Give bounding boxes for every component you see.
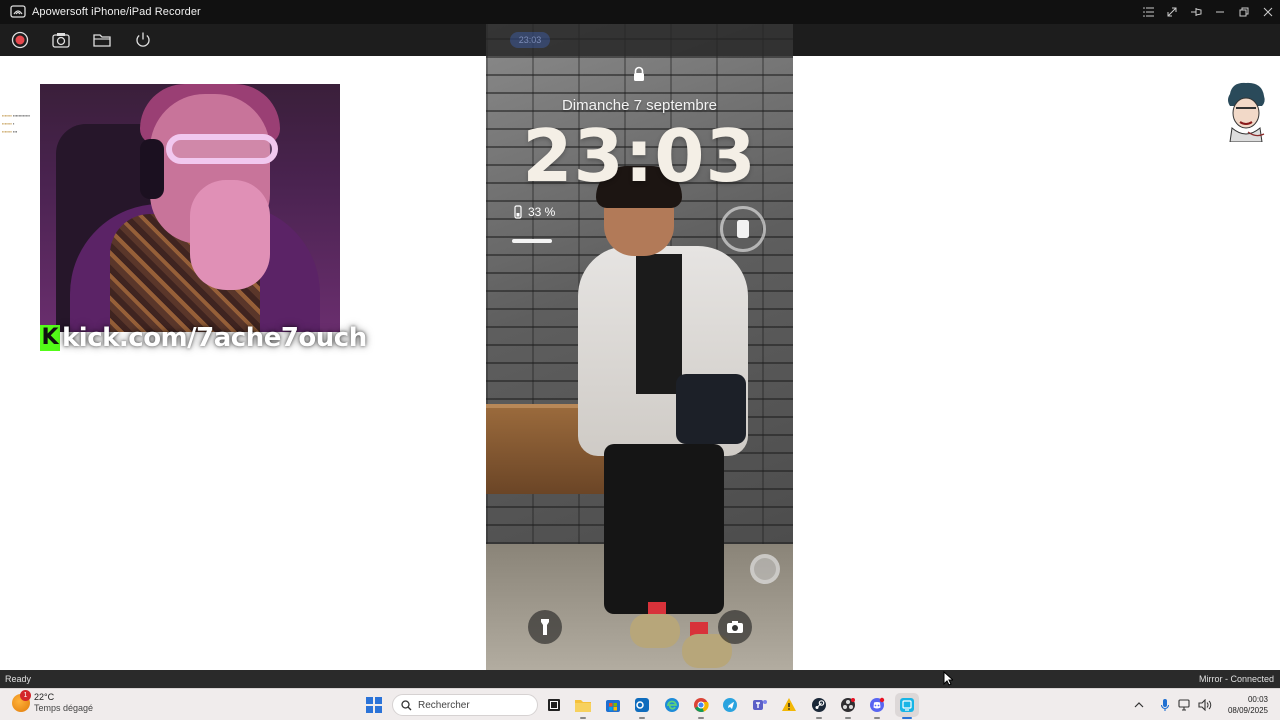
teams-button[interactable]	[748, 693, 772, 717]
chrome-button[interactable]	[689, 693, 713, 719]
power-button[interactable]	[130, 27, 156, 53]
task-view-button[interactable]	[542, 693, 566, 717]
phone-device-icon	[737, 220, 749, 238]
window-title: Apowersoft iPhone/iPad Recorder	[32, 6, 201, 18]
search-placeholder: Rechercher	[418, 699, 470, 711]
kick-url: kick.com/7ache7ouch	[62, 323, 367, 353]
weather-badge: 1	[20, 690, 31, 701]
clock-time: 00:03	[1247, 695, 1268, 704]
store-icon	[605, 700, 620, 712]
weather-condition: Temps dégagé	[34, 703, 94, 713]
microphone-icon[interactable]	[1156, 696, 1174, 714]
lock-icon	[634, 66, 644, 81]
minimize-icon[interactable]	[1208, 0, 1232, 24]
taskbar-clock[interactable]: 00:03 08/09/2025	[1228, 694, 1268, 716]
search-icon	[401, 699, 412, 710]
status-time-pill: 23:03	[510, 32, 550, 48]
battery-percent: 33 %	[528, 205, 556, 219]
battery-level-bar	[512, 239, 552, 243]
flashlight-button[interactable]	[528, 610, 562, 644]
apowersoft-icon	[899, 698, 914, 712]
warning-app-button[interactable]	[777, 693, 801, 717]
restore-icon[interactable]	[1232, 0, 1256, 24]
ios-status-bar: 23:03	[486, 24, 793, 56]
outlook-button[interactable]	[630, 693, 654, 719]
outlook-icon	[635, 698, 650, 712]
volume-icon[interactable]	[1196, 696, 1214, 714]
screenshot-camera-icon	[52, 33, 70, 48]
task-view-icon	[548, 699, 560, 711]
app-status-bar: Ready Mirror - Connected	[0, 670, 1280, 688]
steam-button[interactable]	[807, 693, 831, 719]
weather-temp: 22°C	[34, 692, 55, 702]
battery-widget: 33 %	[514, 205, 555, 219]
camera-icon	[727, 621, 743, 633]
device-widget[interactable]	[720, 206, 766, 252]
obs-icon	[840, 698, 855, 712]
assistive-touch-button[interactable]	[750, 554, 780, 584]
clock-date: 08/09/2025	[1227, 706, 1268, 715]
open-folder-button[interactable]	[89, 27, 115, 53]
discord-button[interactable]	[865, 693, 889, 719]
taskbar-search[interactable]: Rechercher	[392, 694, 538, 716]
file-explorer-button[interactable]	[571, 693, 595, 719]
stream-chat: ▪▪▪▪▪▪▪ ▪▪▪▪▪▪▪▪▪▪▪▪ ▪▪▪▪▪▪▪ ▪ ▪▪▪▪▪▪▪ ▪…	[2, 113, 31, 134]
start-button[interactable]	[366, 697, 382, 713]
taskbar-apps	[542, 693, 924, 719]
telegram-icon	[723, 698, 738, 712]
title-bar: Apowersoft iPhone/iPad Recorder	[0, 0, 1280, 24]
windows-taskbar: 1 22°C Temps dégagé Rechercher 00:03 08/…	[0, 688, 1280, 720]
kick-banner: K kick.com/7ache7ouch	[40, 318, 367, 358]
camera-button[interactable]	[718, 610, 752, 644]
screenshot-button[interactable]	[48, 27, 74, 53]
lockscreen-time: 23:03	[522, 114, 757, 198]
lockscreen-date: Dimanche 7 septembre	[561, 97, 718, 114]
phone-battery-icon	[514, 205, 522, 219]
fullscreen-icon[interactable]	[1160, 0, 1184, 24]
status-ready: Ready	[5, 674, 32, 684]
screen: Apowersoft iPhone/iPad Recorder ▪▪▪▪▪▪▪ …	[0, 0, 1280, 720]
weather-widget[interactable]: 1 22°C Temps dégagé	[12, 690, 94, 714]
system-tray: 00:03 08/09/2025	[1128, 689, 1280, 720]
window-controls	[1136, 0, 1280, 24]
steam-icon	[811, 698, 826, 712]
obs-button[interactable]	[836, 693, 860, 719]
discord-icon	[870, 697, 885, 712]
menu-list-icon[interactable]	[1136, 0, 1160, 24]
record-button[interactable]	[7, 27, 33, 53]
teams-icon	[752, 700, 767, 710]
power-icon	[136, 32, 150, 47]
streamer-avatar	[1228, 82, 1265, 142]
status-connection: Mirror - Connected	[1198, 674, 1274, 684]
folder-icon	[93, 34, 111, 47]
edge-icon	[664, 698, 679, 712]
apowersoft-recorder-button[interactable]	[894, 693, 919, 719]
chevron-up-icon[interactable]	[1130, 696, 1148, 714]
warning-icon	[782, 698, 797, 711]
network-icon[interactable]	[1176, 696, 1194, 714]
flashlight-icon	[541, 619, 549, 635]
chrome-icon	[693, 698, 709, 713]
edge-button[interactable]	[660, 693, 684, 717]
iphone-mirror[interactable]: 23:03 Dimanche 7 septembre 23:03 33 %	[486, 24, 793, 688]
microsoft-store-button[interactable]	[601, 693, 625, 717]
kick-logo-icon: K	[40, 325, 60, 351]
record-icon	[11, 31, 29, 49]
file-explorer-icon	[575, 700, 592, 712]
pin-icon[interactable]	[1184, 0, 1208, 24]
close-icon[interactable]	[1256, 0, 1280, 24]
sun-icon: 1	[12, 690, 31, 712]
telegram-button[interactable]	[718, 693, 742, 717]
mouse-cursor-icon	[943, 671, 953, 686]
app-logo-icon	[10, 5, 26, 18]
